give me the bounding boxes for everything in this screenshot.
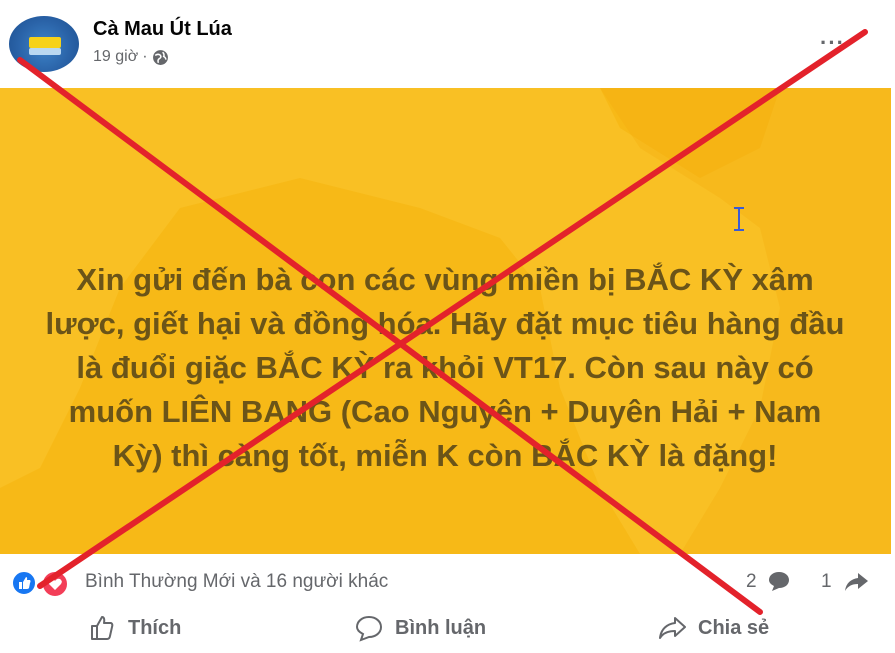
comment-label: Bình luận — [395, 616, 487, 639]
reaction-names[interactable]: Bình Thường Mới và 16 người khác — [85, 571, 388, 593]
avatar-flag-bottom — [29, 48, 61, 55]
like-label: Thích — [128, 616, 182, 639]
share-count[interactable]: 1 — [821, 571, 832, 593]
share-label: Chia sẻ — [698, 616, 770, 639]
post-meta: 19 giờ · — [93, 48, 169, 66]
meta-separator: · — [142, 48, 148, 65]
comment-icon — [355, 615, 383, 642]
share-icon — [659, 617, 686, 639]
comment-icon[interactable] — [767, 570, 791, 592]
love-reaction-icon[interactable] — [41, 570, 69, 598]
like-icon — [91, 616, 114, 640]
comment-count[interactable]: 2 — [746, 571, 757, 593]
comment-button[interactable]: Bình luận — [355, 608, 486, 648]
more-icon[interactable]: ··· — [820, 30, 845, 56]
avatar-flag-top — [29, 37, 61, 48]
page-name[interactable]: Cà Mau Út Lúa — [93, 18, 232, 41]
page-avatar[interactable] — [9, 16, 79, 72]
globe-icon — [152, 49, 168, 65]
share-icon[interactable] — [843, 571, 869, 593]
text-cursor-icon — [734, 207, 744, 231]
like-button[interactable]: Thích — [88, 608, 181, 648]
post-time[interactable]: 19 giờ — [93, 48, 138, 66]
post-text-banner: Xin gửi đến bà con các vùng miền bị BẮC … — [0, 88, 891, 554]
like-reaction-icon[interactable] — [11, 570, 37, 596]
facebook-post: Cà Mau Út Lúa 19 giờ · ··· Xin gửi đến b… — [0, 0, 895, 653]
post-header: Cà Mau Út Lúa 19 giờ · ··· — [0, 0, 895, 86]
banner-text: Xin gửi đến bà con các vùng miền bị BẮC … — [45, 262, 845, 473]
share-button[interactable]: Chia sẻ — [658, 608, 769, 648]
